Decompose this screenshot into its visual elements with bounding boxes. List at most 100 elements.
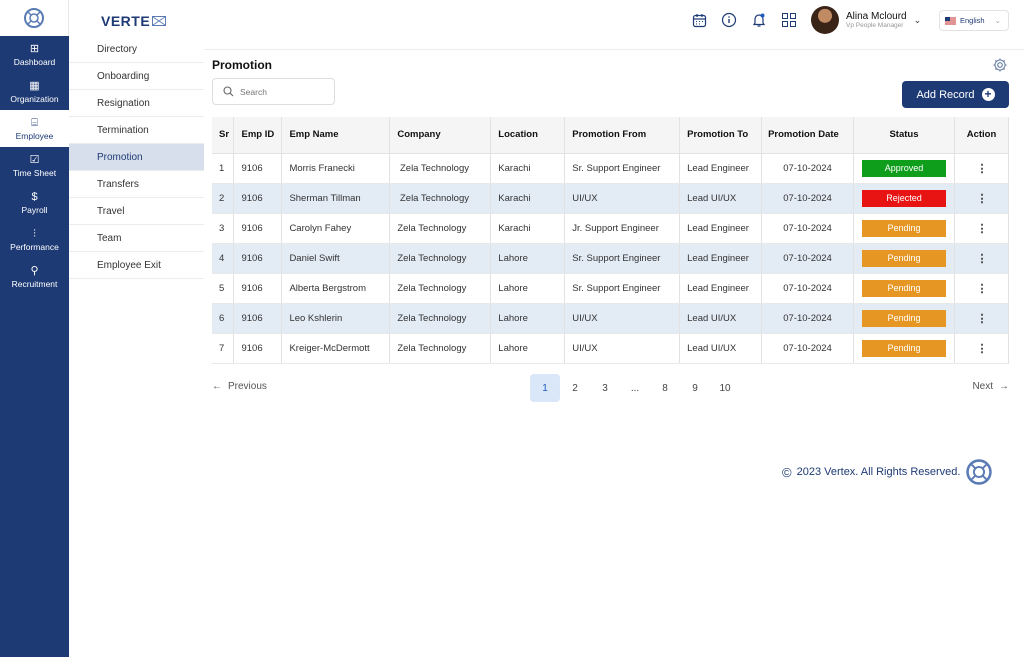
cell-date: 07-10-2024: [761, 303, 855, 334]
user-menu[interactable]: Alina Mclourd Vp People Manager ⌄: [811, 6, 921, 34]
column-header: Action: [954, 117, 1010, 154]
rail-item-dashboard[interactable]: ⊞ Dashboard: [0, 36, 69, 73]
table-row: 7 9106 Kreiger-McDermott Zela Technology Lah…: [212, 333, 1010, 364]
cell-status: Rejected: [853, 183, 955, 214]
chevron-down-icon: ⌄: [994, 16, 1001, 25]
subnav-item-directory[interactable]: Directory: [69, 36, 204, 63]
previous-label: Previous: [228, 381, 267, 392]
cell-to: Lead UI/UX: [679, 333, 763, 364]
cell-action: ⋮: [954, 333, 1010, 364]
cell-date: 07-10-2024: [761, 183, 855, 214]
column-header: Promotion From: [564, 117, 681, 154]
cell-id: 9106: [233, 183, 283, 214]
cell-sr: 5: [212, 273, 235, 304]
search-user-icon: ⚲: [30, 264, 39, 277]
subnav-item-termination[interactable]: Termination: [69, 117, 204, 144]
cell-from: UI/UX: [564, 303, 681, 334]
table-row: 5 9106 Alberta Bergstrom Zela Technology Lah…: [212, 273, 1010, 304]
cell-company: Zela Technology: [389, 183, 492, 214]
cell-status: Pending: [853, 333, 955, 364]
page-number-button[interactable]: 1: [530, 374, 560, 402]
subnav-item-resignation[interactable]: Resignation: [69, 90, 204, 117]
language-select[interactable]: English ⌄: [939, 10, 1009, 31]
calendar-icon[interactable]: [689, 10, 709, 30]
status-badge: Pending: [862, 309, 946, 327]
rail-item-label: Organization: [10, 93, 59, 104]
apps-grid-icon[interactable]: [779, 10, 799, 30]
rail-item-label: Time Sheet: [12, 167, 57, 178]
rail-item-label: Performance: [10, 241, 59, 252]
cell-company: Zela Technology: [389, 303, 492, 334]
search-box[interactable]: [212, 78, 335, 105]
cell-name: Sherman Tillman: [281, 183, 391, 214]
page-number-button[interactable]: 3: [590, 374, 620, 402]
more-options-icon[interactable]: ⋮: [976, 313, 987, 325]
subnav-item-team[interactable]: Team: [69, 225, 204, 252]
search-input[interactable]: [240, 86, 320, 97]
language-label: English: [960, 16, 985, 25]
app-logo[interactable]: [0, 0, 69, 36]
cell-date: 07-10-2024: [761, 333, 855, 364]
table-row: 3 9106 Carolyn Fahey Zela Technology Karachi…: [212, 213, 1010, 244]
chevron-down-icon: ⌄: [913, 14, 922, 25]
cell-sr: 3: [212, 213, 235, 244]
user-role: Vp People Manager: [846, 22, 904, 29]
brand-logo[interactable]: VERTE: [101, 13, 167, 29]
cell-name: Kreiger-McDermott: [281, 333, 391, 364]
rail-item-recruitment[interactable]: ⚲ Recruitment: [0, 258, 69, 295]
chart-icon: ⫶: [33, 227, 36, 240]
cell-action: ⋮: [954, 213, 1010, 244]
column-header: Status: [853, 117, 955, 154]
status-badge: Pending: [862, 279, 946, 297]
info-icon[interactable]: [719, 10, 739, 30]
more-options-icon[interactable]: ⋮: [976, 223, 987, 235]
rail-item-organization[interactable]: ▦ Organization: [0, 73, 69, 110]
cell-from: UI/UX: [564, 183, 681, 214]
cell-date: 07-10-2024: [761, 243, 855, 274]
table-row: 1 9106 Morris Franecki Zela Technology Kara…: [212, 153, 1010, 184]
cell-date: 07-10-2024: [761, 153, 855, 184]
cell-sr: 2: [212, 183, 235, 214]
rail-item-employee[interactable]: ⌸ Employee: [0, 110, 69, 147]
rail-item-performance[interactable]: ⫶ Performance: [0, 221, 69, 258]
more-options-icon[interactable]: ⋮: [976, 343, 987, 355]
cell-location: Lahore: [490, 333, 566, 364]
page-number-button[interactable]: 8: [650, 374, 680, 402]
next-button[interactable]: Next →: [972, 381, 1009, 392]
rail-item-payroll[interactable]: $ Payroll: [0, 184, 69, 221]
settings-gear-icon[interactable]: [992, 57, 1008, 78]
copyright-icon: ©: [782, 464, 792, 480]
page-number-button[interactable]: 2: [560, 374, 590, 402]
next-label: Next: [972, 381, 993, 392]
cell-from: Sr. Support Engineer: [564, 153, 681, 184]
cell-name: Leo Kshlerin: [281, 303, 391, 334]
add-record-label: Add Record: [916, 88, 975, 101]
more-options-icon[interactable]: ⋮: [976, 253, 987, 265]
page-number-button[interactable]: 9: [680, 374, 710, 402]
cell-id: 9106: [233, 303, 283, 334]
more-options-icon[interactable]: ⋮: [976, 163, 987, 175]
notification-bell-icon[interactable]: [749, 10, 769, 30]
rail-item-label: Employee: [15, 130, 54, 141]
add-record-button[interactable]: Add Record +: [902, 81, 1009, 108]
more-options-icon[interactable]: ⋮: [976, 193, 987, 205]
cell-location: Karachi: [490, 153, 566, 184]
subnav-item-promotion[interactable]: Promotion: [69, 144, 204, 171]
subnav-item-transfers[interactable]: Transfers: [69, 171, 204, 198]
cell-company: Zela Technology: [389, 333, 492, 364]
cell-id: 9106: [233, 213, 283, 244]
dollar-icon: $: [31, 190, 38, 203]
table-row: 2 9106 Sherman Tillman Zela Technology Kara…: [212, 183, 1010, 214]
subnav-item-travel[interactable]: Travel: [69, 198, 204, 225]
subnav-item-onboarding[interactable]: Onboarding: [69, 63, 204, 90]
rail-item-time-sheet[interactable]: ☑ Time Sheet: [0, 147, 69, 184]
more-options-icon[interactable]: ⋮: [976, 283, 987, 295]
status-badge: Pending: [862, 249, 946, 267]
cell-to: Lead Engineer: [679, 213, 763, 244]
promotion-table: Sr Emp ID Emp Name Company Location Promotion…: [212, 117, 1010, 364]
subnav-item-employee-exit[interactable]: Employee Exit: [69, 252, 204, 279]
table-header-row: Sr Emp ID Emp Name Company Location Promotion…: [212, 117, 1010, 154]
status-badge: Pending: [862, 339, 946, 357]
previous-button[interactable]: ← Previous: [212, 381, 267, 392]
page-number-button[interactable]: 10: [710, 374, 740, 402]
